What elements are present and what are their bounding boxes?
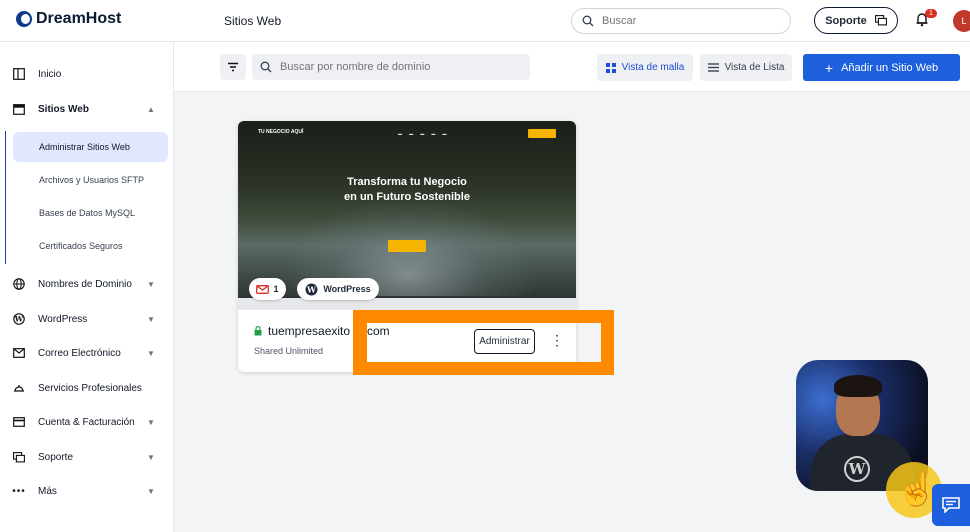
svg-text:W: W xyxy=(306,284,317,294)
brand-name: DreamHost xyxy=(36,10,122,27)
global-search-input[interactable] xyxy=(602,15,772,27)
wordpress-badge: W WordPress xyxy=(297,278,379,300)
list-icon xyxy=(707,63,719,72)
presenter-hair xyxy=(834,375,882,397)
chevron-up-icon: ▲ xyxy=(147,104,155,114)
sidebar-subitem-administrar[interactable]: Administrar Sitios Web xyxy=(13,132,168,162)
add-site-button[interactable]: + Añadir un Sitio Web xyxy=(803,54,960,81)
sidebar-subitem-certificados[interactable]: Certificados Seguros xyxy=(39,241,123,251)
sidebar-item-wordpress[interactable]: W WordPress ▼ xyxy=(0,304,174,334)
grid-icon xyxy=(605,62,616,73)
site-preview-thumbnail[interactable]: TU NEGOCIO AQUÍ ▬ ▬ ▬ ▬ ▬ Transforma tu … xyxy=(238,121,576,298)
sidebar-item-label: Sitios Web xyxy=(38,103,89,115)
mail-icon xyxy=(256,284,270,294)
sidebar-item-label: Nombres de Dominio xyxy=(38,278,132,290)
sidebar-subitem-mysql[interactable]: Bases de Datos MySQL xyxy=(39,208,135,218)
dashboard-icon xyxy=(12,67,26,81)
sidebar-item-label: Cuenta & Facturación xyxy=(38,416,135,428)
globe-icon xyxy=(12,277,26,291)
sidebar-item-soporte[interactable]: Soporte ▼ xyxy=(0,442,174,472)
add-site-label: Añadir un Sitio Web xyxy=(841,61,939,74)
support-button[interactable]: Soporte xyxy=(814,7,898,34)
chat-widget-button[interactable] xyxy=(932,484,970,526)
mail-count: 1 xyxy=(273,284,279,294)
notification-count-badge: 1 xyxy=(925,9,937,18)
site-domain-link[interactable]: tuempresaexito xyxy=(268,324,350,338)
chat-bubble-icon xyxy=(942,497,960,513)
sidebar-item-label: Soporte xyxy=(38,451,74,463)
list-view-label: Vista de Lista xyxy=(724,62,785,73)
sidebar-item-label: Inicio xyxy=(38,68,62,80)
billing-icon xyxy=(12,415,26,429)
site-domain-suffix[interactable]: com xyxy=(367,324,390,338)
dreamhost-logo-icon xyxy=(16,11,32,27)
sidebar-subitem-label: Archivos y Usuarios SFTP xyxy=(39,175,145,185)
preview-hero-title: Transforma tu Negocio en un Futuro Soste… xyxy=(238,175,576,205)
support-button-label: Soporte xyxy=(825,14,867,27)
sidebar-item-label: Más xyxy=(38,485,57,497)
sidebar-item-label: Correo Electrónico xyxy=(38,347,121,359)
submenu-indicator-line xyxy=(5,131,6,264)
search-icon xyxy=(582,15,594,27)
sidebar-subitem-sftp[interactable]: Archivos y Usuarios SFTP xyxy=(39,175,144,185)
list-view-button[interactable]: Vista de Lista xyxy=(700,54,792,81)
preview-brand: TU NEGOCIO AQUÍ xyxy=(258,129,304,135)
domain-search-input[interactable] xyxy=(280,61,520,73)
brand-logo[interactable]: DreamHost xyxy=(16,10,121,28)
chevron-down-icon: ▼ xyxy=(147,279,155,289)
global-search[interactable] xyxy=(571,8,791,34)
sidebar: Inicio Sitios Web ▲ Administrar Sitios W… xyxy=(0,42,174,532)
chat-icon xyxy=(874,15,887,26)
services-icon xyxy=(12,381,26,395)
preview-hero-button xyxy=(388,240,426,252)
manage-site-button[interactable]: Administrar xyxy=(474,329,535,354)
user-avatar[interactable]: L xyxy=(953,10,970,32)
page-title: Sitios Web xyxy=(224,14,282,28)
support-icon xyxy=(12,450,26,464)
sidebar-subitem-label: Administrar Sitios Web xyxy=(39,142,130,152)
wordpress-shirt-logo-icon: W xyxy=(844,456,870,482)
more-icon: ••• xyxy=(12,485,26,497)
chevron-down-icon: ▼ xyxy=(147,417,155,427)
more-options-icon[interactable]: ⋮ xyxy=(550,333,564,347)
sidebar-item-label: WordPress xyxy=(38,313,88,325)
sidebar-subitem-label: Bases de Datos MySQL xyxy=(39,208,136,218)
site-plan: Shared Unlimited xyxy=(254,346,324,356)
chevron-down-icon: ▼ xyxy=(147,452,155,462)
sidebar-item-correo[interactable]: Correo Electrónico ▼ xyxy=(0,338,174,368)
preview-nav-links: ▬ ▬ ▬ ▬ ▬ xyxy=(398,131,450,136)
filter-button[interactable] xyxy=(220,54,246,80)
svg-text:W: W xyxy=(14,315,24,324)
preview-hero-line: en un Futuro Sostenible xyxy=(344,191,470,203)
grid-view-button[interactable]: Vista de malla xyxy=(597,54,693,81)
wordpress-icon: W xyxy=(12,312,26,326)
plus-icon: + xyxy=(824,59,834,76)
platform-label: WordPress xyxy=(323,284,371,294)
websites-icon xyxy=(12,102,26,116)
sidebar-item-dominios[interactable]: Nombres de Dominio ▼ xyxy=(0,269,174,299)
mail-count-badge[interactable]: 1 xyxy=(249,278,286,300)
sidebar-item-label: Servicios Profesionales xyxy=(38,382,142,394)
chevron-down-icon: ▼ xyxy=(147,486,155,496)
mail-icon xyxy=(12,346,26,360)
search-icon xyxy=(260,61,272,73)
sidebar-item-mas[interactable]: ••• Más ▼ xyxy=(0,476,174,506)
sidebar-item-sitios-web[interactable]: Sitios Web ▲ xyxy=(0,94,174,124)
wordpress-icon: W xyxy=(305,283,318,295)
lock-icon xyxy=(254,326,262,336)
sidebar-item-inicio[interactable]: Inicio xyxy=(0,59,174,89)
domain-search[interactable] xyxy=(252,54,530,80)
preview-nav-button xyxy=(528,129,556,138)
grid-view-label: Vista de malla xyxy=(621,62,685,73)
card-divider xyxy=(238,298,576,310)
filter-icon xyxy=(228,62,238,72)
chevron-down-icon: ▼ xyxy=(147,314,155,324)
chevron-down-icon: ▼ xyxy=(147,348,155,358)
sidebar-subitem-label: Certificados Seguros xyxy=(39,241,123,251)
hand-cursor-icon: ☝ xyxy=(897,471,937,507)
sidebar-item-servicios[interactable]: Servicios Profesionales xyxy=(0,373,174,403)
preview-hero-line: Transforma tu Negocio xyxy=(347,176,467,188)
sidebar-item-cuenta[interactable]: Cuenta & Facturación ▼ xyxy=(0,407,174,437)
